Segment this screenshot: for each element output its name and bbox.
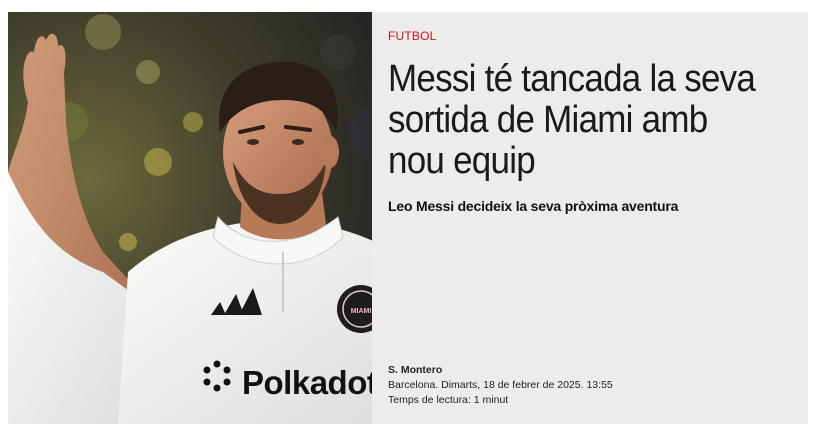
article-card[interactable]: MIAMI Polkadot FUTBOL Messi té tancada l… [8,12,808,424]
category-link[interactable]: FUTBOL [388,29,437,43]
player-photo: MIAMI Polkadot [8,12,372,424]
reading-time: Temps de lectura: 1 minut [388,394,509,406]
article-hero-image[interactable]: MIAMI Polkadot [8,12,372,424]
author-name[interactable]: S. Montero [388,363,613,378]
article-dateline: Barcelona. Dimarts, 18 de febrer de 2025… [388,379,613,391]
byline: S. Montero Barcelona. Dimarts, 18 de feb… [388,363,613,408]
svg-text:MIAMI: MIAMI [351,308,372,315]
svg-text:Polkadot: Polkadot [242,364,372,401]
article-text-panel: FUTBOL Messi té tancada la seva sortida … [372,12,808,424]
article-headline[interactable]: Messi té tancada la seva sortida de Miam… [388,59,756,182]
article-subtitle: Leo Messi decideix la seva pròxima avent… [388,198,679,214]
